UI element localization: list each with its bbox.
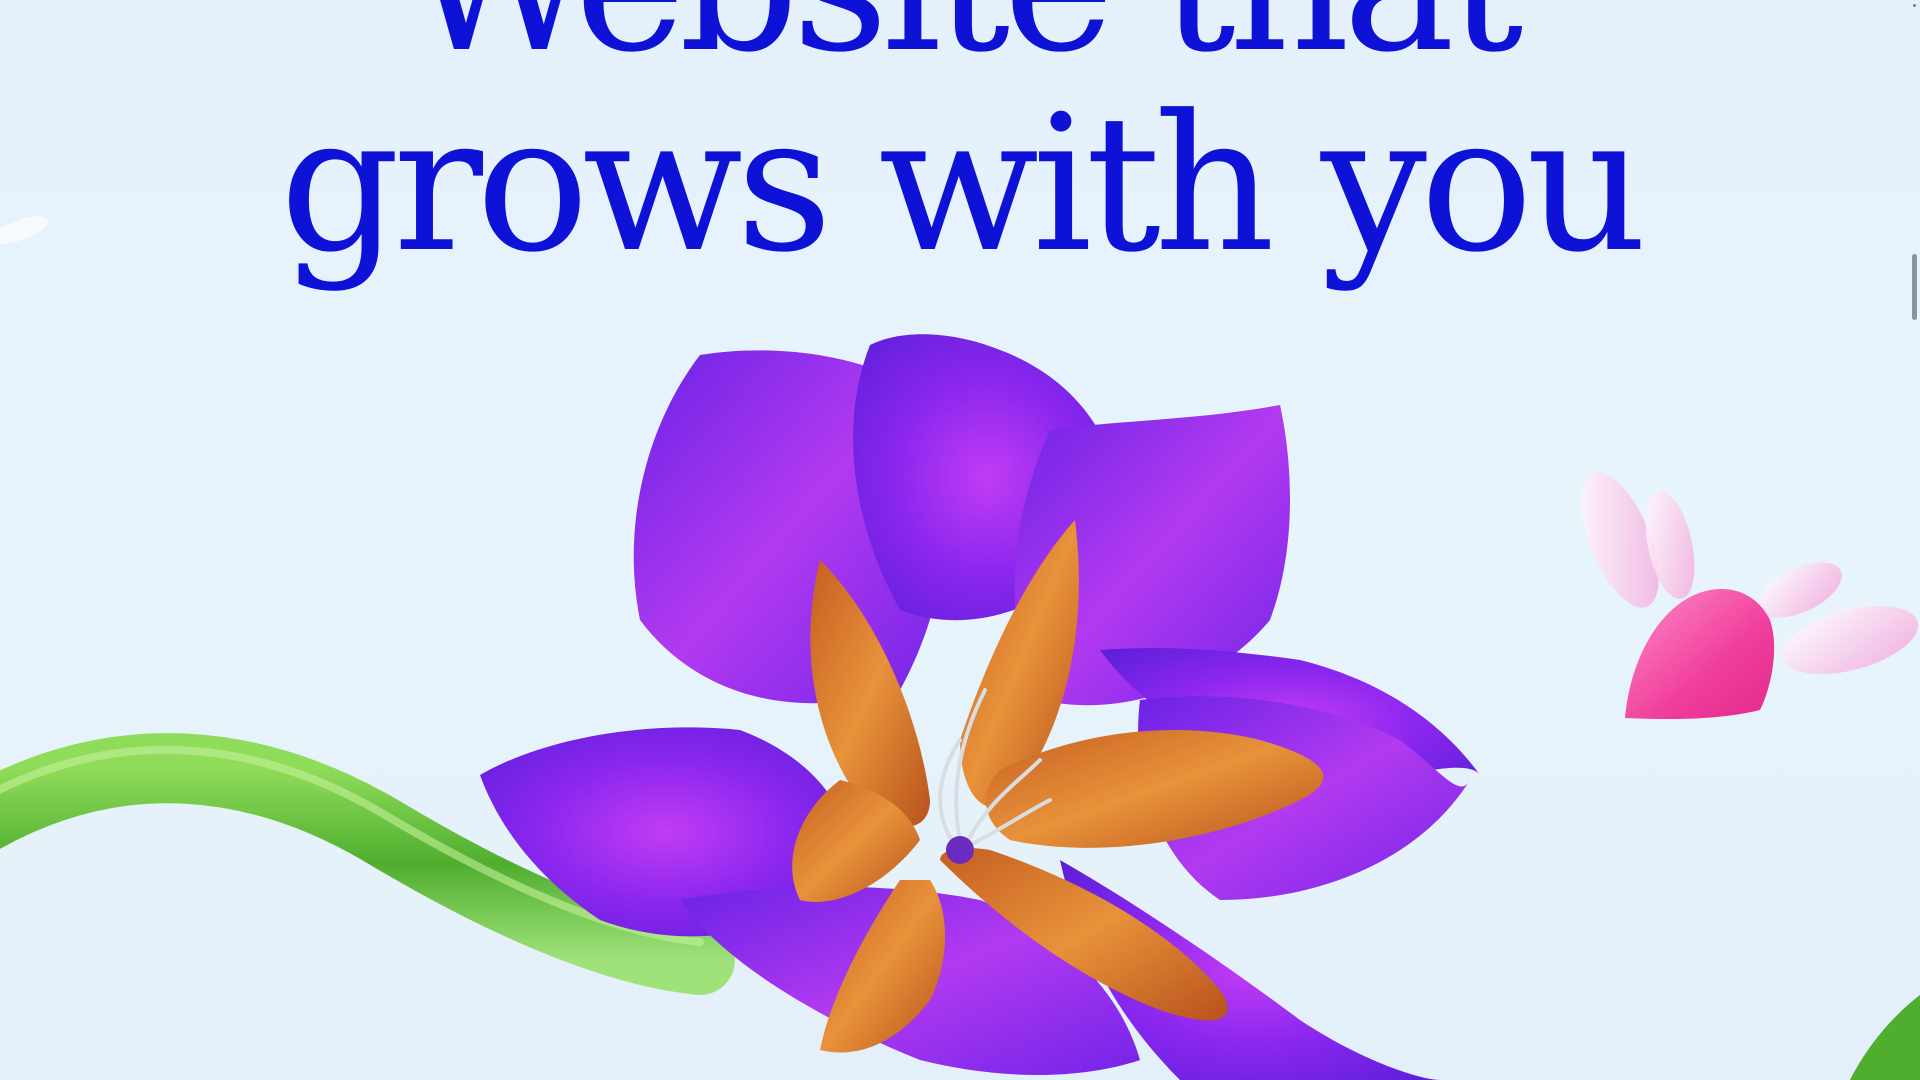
leaf-illustration bbox=[1850, 995, 1920, 1080]
flying-heart-illustration bbox=[1581, 472, 1919, 720]
hero-headline: Website that grows with you bbox=[0, 0, 1920, 285]
hero-section: Website that grows with you bbox=[0, 0, 1920, 1080]
headline-line-1: Website that bbox=[0, 0, 1920, 85]
headline-line-2: grows with you bbox=[279, 75, 1647, 294]
